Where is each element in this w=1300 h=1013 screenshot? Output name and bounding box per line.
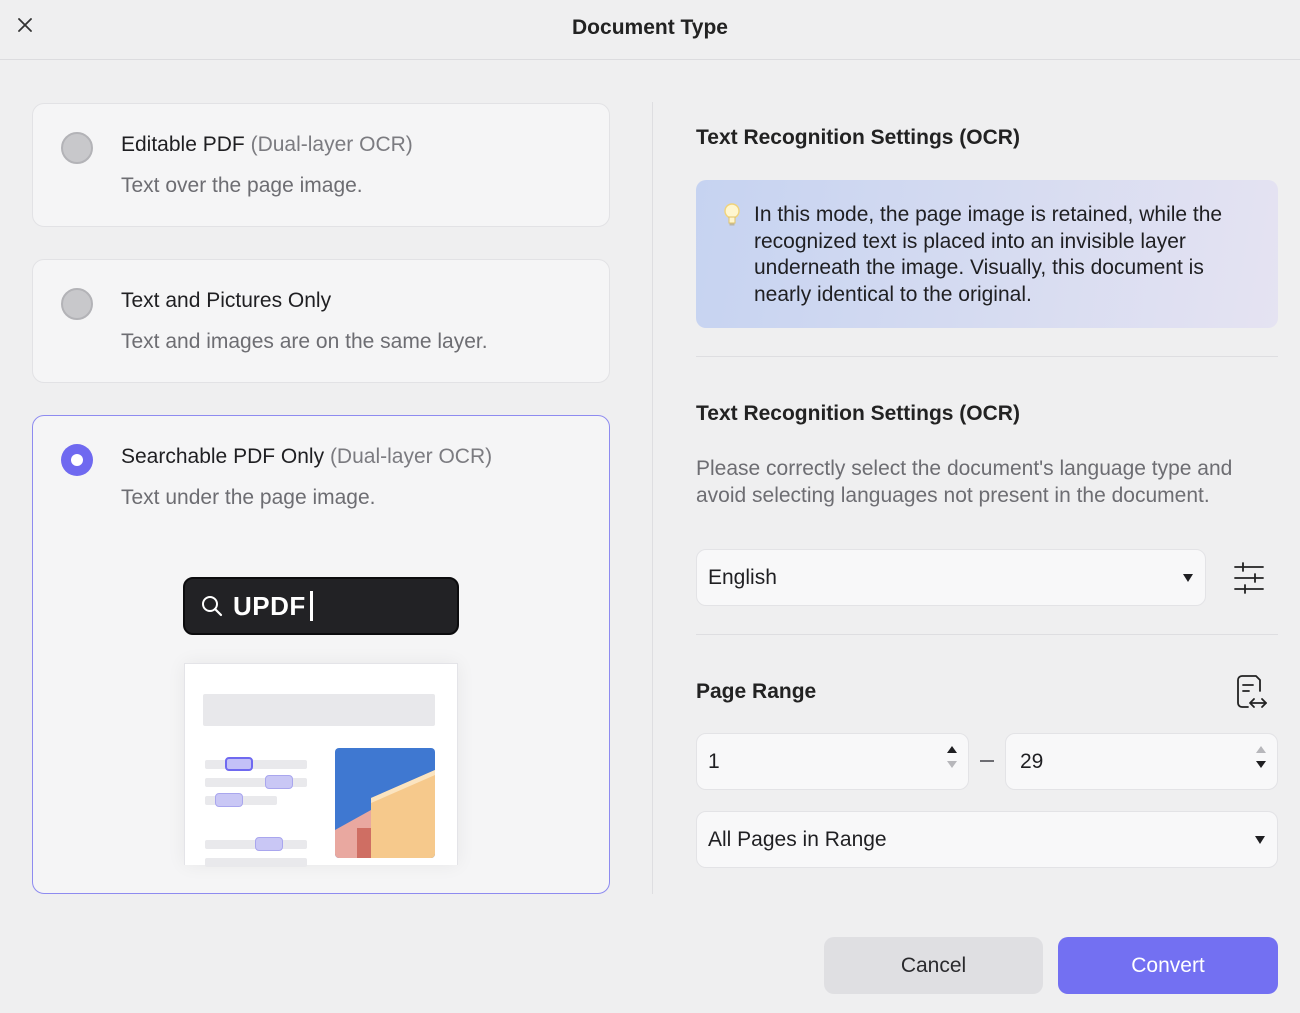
option-editable-pdf[interactable]: Editable PDF (Dual-layer OCR) Text over … (32, 103, 610, 227)
chevron-down-icon (1183, 573, 1193, 582)
stepper-up-icon[interactable] (1256, 746, 1266, 753)
page-to-stepper[interactable]: 29 (1005, 733, 1278, 790)
sliders-icon (1234, 562, 1264, 594)
language-select-value: English (708, 565, 777, 589)
dialog-title: Document Type (572, 16, 728, 39)
convert-button[interactable]: Convert (1058, 937, 1278, 994)
radio-editable-pdf[interactable] (61, 132, 93, 164)
option-title-suffix: (Dual-layer OCR) (329, 445, 493, 468)
illustration-picture (335, 748, 435, 858)
document-range-icon (1237, 675, 1267, 708)
option-description: Text over the page image. (121, 174, 363, 197)
page-from-value: 1 (708, 749, 720, 773)
option-title: Text and Pictures Only (121, 289, 332, 312)
language-help-text: Please correctly select the document's l… (696, 457, 1233, 507)
radio-text-and-pictures[interactable] (61, 288, 93, 320)
language-settings-button[interactable] (1230, 559, 1268, 597)
page-subset-select[interactable]: All Pages in Range (696, 811, 1278, 868)
range-separator (980, 760, 994, 762)
page-range-title: Page Range (696, 680, 817, 703)
section-divider (696, 634, 1278, 635)
cancel-button[interactable]: Cancel (824, 937, 1043, 994)
illustration-search-text: UPDF (233, 590, 306, 621)
page-to-value: 29 (1020, 749, 1044, 773)
section-divider (696, 356, 1278, 357)
stepper-down-icon[interactable] (1256, 761, 1266, 768)
search-icon (202, 596, 223, 617)
language-section-title: Text Recognition Settings (OCR) (696, 402, 1020, 425)
ocr-info-message: In this mode, the page image is retained… (754, 203, 1223, 306)
language-select[interactable]: English (696, 549, 1206, 606)
column-divider (652, 102, 653, 894)
title-bar: Document Type (0, 0, 1300, 60)
stepper-up-icon[interactable] (947, 746, 957, 753)
text-caret (309, 591, 313, 621)
option-title: Editable PDF (121, 133, 245, 156)
option-text-and-pictures[interactable]: Text and Pictures Only Text and images a… (32, 259, 610, 383)
page-range-settings-button[interactable] (1230, 672, 1270, 712)
illustration-document (184, 663, 458, 867)
ocr-info-box: In this mode, the page image is retained… (696, 180, 1278, 328)
ocr-info-title: Text Recognition Settings (OCR) (696, 126, 1020, 149)
option-searchable-pdf[interactable]: Searchable PDF Only (Dual-layer OCR) Tex… (32, 415, 610, 894)
chevron-down-icon (1255, 835, 1265, 844)
option-description: Text and images are on the same layer. (121, 330, 488, 353)
radio-searchable-pdf[interactable] (61, 444, 93, 476)
page-subset-value: All Pages in Range (708, 827, 887, 851)
illustration-search-bar: UPDF (183, 577, 459, 635)
page-from-stepper[interactable]: 1 (696, 733, 969, 790)
option-title-suffix: (Dual-layer OCR) (250, 133, 413, 156)
stepper-down-icon[interactable] (947, 761, 957, 768)
option-title: Searchable PDF Only (121, 445, 325, 468)
lightbulb-icon (724, 203, 740, 226)
option-description: Text under the page image. (121, 486, 376, 509)
